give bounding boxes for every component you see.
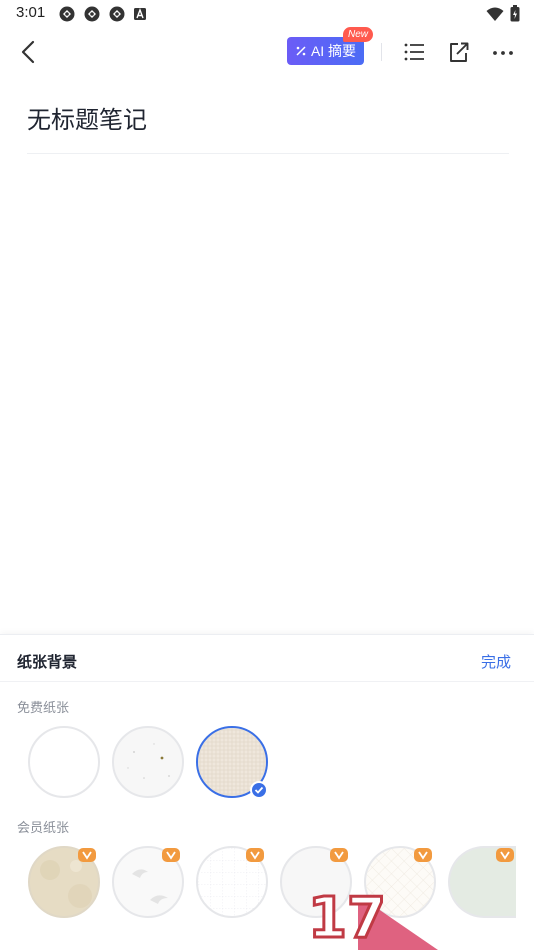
free-paper-label: 免费纸张 xyxy=(17,700,70,715)
vip-crown-icon xyxy=(414,848,432,862)
text-a-icon xyxy=(134,8,146,20)
toolbar-divider xyxy=(381,43,382,61)
selected-check-icon xyxy=(250,781,268,799)
title-divider xyxy=(27,153,509,154)
watermark-logo: 17 xyxy=(307,886,388,950)
vip-crown-icon xyxy=(78,848,96,862)
vip-crown-icon xyxy=(162,848,180,862)
paper-swatch-speckled-white[interactable] xyxy=(112,726,184,798)
sync-icon xyxy=(59,6,75,22)
done-button[interactable]: 完成 xyxy=(481,651,511,672)
paper-swatch-plain-white[interactable] xyxy=(28,726,100,798)
ai-summary-label: AI 摘要 xyxy=(310,43,357,59)
wifi-icon xyxy=(486,7,504,21)
speckle-pattern xyxy=(127,743,170,779)
vip-crown-icon xyxy=(330,848,348,862)
status-bar: 3:01 xyxy=(0,0,534,28)
share-icon[interactable] xyxy=(447,40,471,64)
vip-crown-icon xyxy=(246,848,264,862)
chevron-left-icon[interactable] xyxy=(16,38,42,66)
sync-icon xyxy=(84,6,100,22)
outline-list-icon[interactable] xyxy=(402,40,426,64)
ai-sparkle-icon xyxy=(296,46,306,56)
member-paper-label: 会员纸张 xyxy=(17,820,70,835)
note-toolbar: AI 摘要 New xyxy=(0,27,534,76)
note-title-input[interactable]: 无标题笔记 xyxy=(27,100,147,135)
battery-icon xyxy=(510,5,520,22)
sync-icon xyxy=(109,6,125,22)
note-body-editor[interactable] xyxy=(0,160,534,630)
new-badge: New xyxy=(343,27,374,42)
paper-background-sheet: 纸张背景 完成 免费纸张 会员纸张 xyxy=(0,634,534,950)
sheet-divider xyxy=(0,681,534,682)
sheet-title: 纸张背景 xyxy=(17,654,78,671)
vip-crown-icon xyxy=(496,848,514,862)
more-icon[interactable] xyxy=(491,40,515,64)
status-time: 3:01 xyxy=(16,4,46,21)
